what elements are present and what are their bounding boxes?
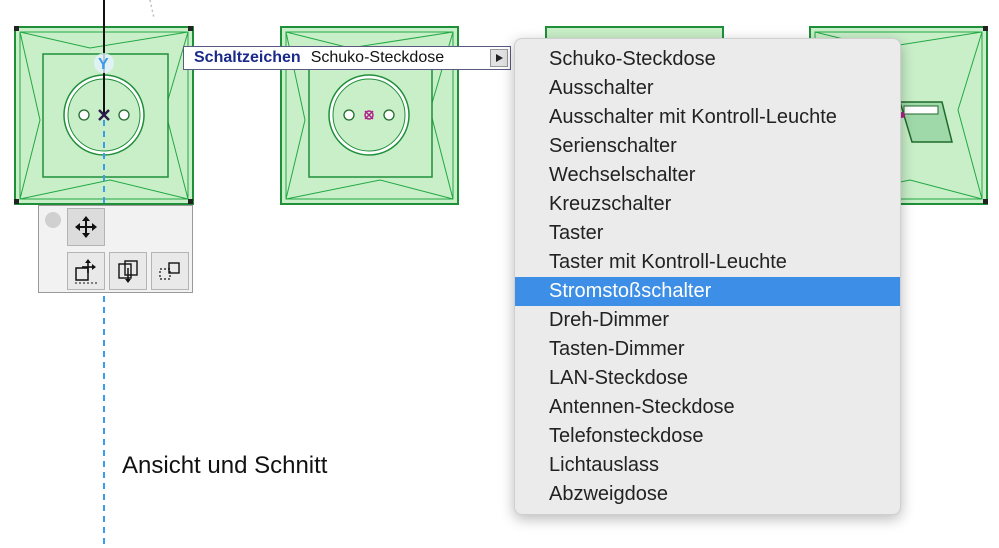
parameter-bar[interactable]: Schaltzeichen Schuko-Steckdose (183, 46, 511, 70)
play-arrow-icon[interactable] (490, 49, 508, 67)
menu-item-selected[interactable]: Stromstoßschalter (515, 277, 900, 306)
menu-item[interactable]: Taster (515, 219, 900, 248)
svg-text:Y: Y (98, 56, 109, 73)
menu-item[interactable]: Ausschalter mit Kontroll-Leuchte (515, 103, 900, 132)
drawing-canvas[interactable]: Y Schaltzeichen Schuko-Steckdose Schuko-… (0, 0, 999, 548)
menu-item[interactable]: Antennen-Steckdose (515, 393, 900, 422)
menu-item[interactable]: Dreh-Dimmer (515, 306, 900, 335)
menu-item[interactable]: LAN-Steckdose (515, 364, 900, 393)
menu-item[interactable]: Ausschalter (515, 74, 900, 103)
menu-item[interactable]: Taster mit Kontroll-Leuchte (515, 248, 900, 277)
pet-palette (38, 205, 193, 293)
menu-item[interactable]: Schuko-Steckdose (515, 45, 900, 74)
symbol-dropdown-menu[interactable]: Schuko-Steckdose Ausschalter Ausschalter… (514, 38, 901, 515)
move-icon[interactable] (67, 208, 105, 246)
menu-item[interactable]: Lichtauslass (515, 451, 900, 480)
multiply-icon[interactable] (67, 252, 105, 290)
menu-item[interactable]: Kreuzschalter (515, 190, 900, 219)
palette-close-icon[interactable] (45, 212, 61, 228)
menu-item[interactable]: Tasten-Dimmer (515, 335, 900, 364)
parameter-value[interactable]: Schuko-Steckdose (311, 49, 490, 67)
view-label: Ansicht und Schnitt (122, 452, 328, 479)
offset-icon[interactable] (151, 252, 189, 290)
menu-item[interactable]: Abzweigdose (515, 480, 900, 509)
menu-item[interactable]: Serienschalter (515, 132, 900, 161)
menu-item[interactable]: Telefonsteckdose (515, 422, 900, 451)
drag-copy-icon[interactable] (109, 252, 147, 290)
parameter-name: Schaltzeichen (194, 49, 301, 66)
menu-item[interactable]: Wechselschalter (515, 161, 900, 190)
